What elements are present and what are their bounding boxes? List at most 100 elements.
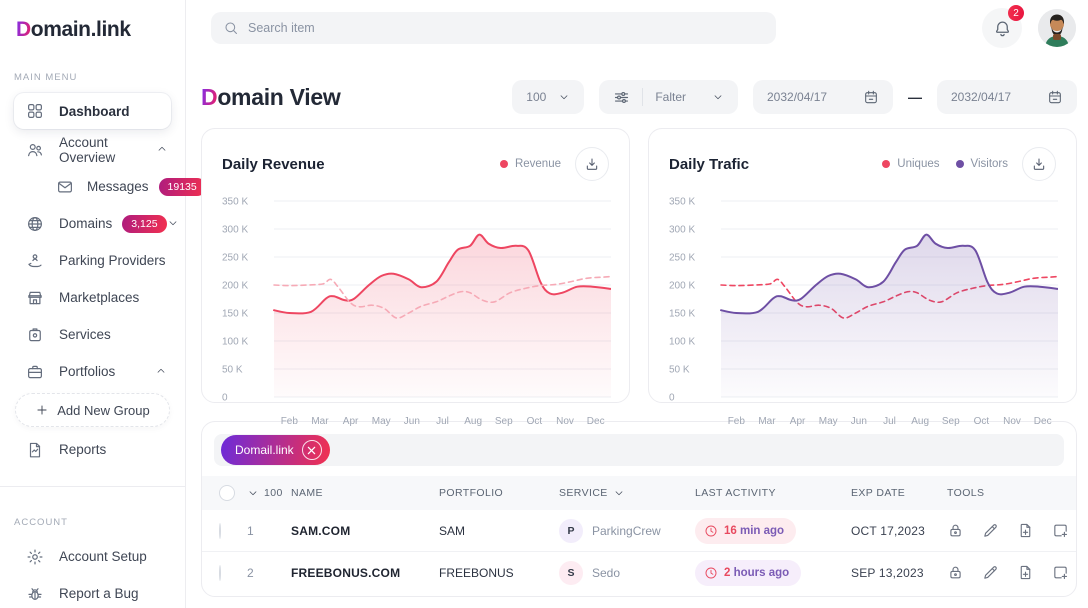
legend-item[interactable]: Uniques — [882, 158, 939, 170]
sidebar-account-nav: Account Setup Report a Bug — [0, 538, 185, 608]
clock-icon — [704, 524, 718, 538]
page-head: Domain View 100 Falter 2032/04/17 — [201, 80, 1077, 114]
page-size-select[interactable]: 100 — [512, 80, 584, 114]
count-badge: 3,125 — [122, 215, 166, 233]
add-new-group-button[interactable]: Add New Group — [15, 393, 170, 427]
download-chart-button[interactable] — [1022, 147, 1056, 181]
sidebar-item-account-setup[interactable]: Account Setup — [0, 538, 185, 575]
exp-date: OCT 17,2023 — [851, 524, 947, 538]
y-tick-label: 50 K — [669, 365, 690, 376]
column-exp-date[interactable]: EXP DATE — [851, 487, 947, 499]
account-label: ACCOUNT — [0, 517, 185, 528]
download-icon — [1031, 156, 1047, 172]
sidebar-item-marketplaces[interactable]: Marketplaces — [0, 279, 185, 316]
chart-legend: Uniques Visitors — [882, 158, 1008, 170]
chip-close-button[interactable] — [302, 440, 322, 460]
domain-name[interactable]: FREEBONUS.COM — [291, 566, 439, 580]
filter-chip-bar: Domail.link — [214, 434, 1064, 466]
sidebar-item-label: Report a Bug — [59, 586, 139, 601]
app-root: Domain.link MAIN MENU Dashboard Account … — [0, 0, 1088, 608]
x-tick-label: Oct — [527, 416, 543, 427]
sidebar-item-label: Services — [59, 327, 111, 342]
filter-select[interactable]: Falter — [599, 80, 738, 114]
y-tick-label: 0 — [669, 393, 675, 404]
store-icon — [26, 288, 46, 308]
search-icon — [223, 20, 239, 36]
head-controls: 100 Falter 2032/04/17 — — [512, 80, 1077, 114]
filter-chip-label: Domail.link — [235, 443, 294, 457]
y-tick-label: 200 K — [222, 281, 248, 292]
note-add-icon[interactable] — [1052, 564, 1070, 582]
sidebar-divider — [0, 486, 185, 487]
column-count[interactable]: 100 — [247, 487, 291, 499]
legend-item[interactable]: Revenue — [500, 158, 561, 170]
column-service[interactable]: SERVICE — [559, 487, 695, 499]
x-tick-label: Jul — [883, 416, 896, 427]
x-tick-label: Apr — [343, 416, 359, 427]
sidebar-item-messages[interactable]: Messages 19135 — [0, 168, 185, 205]
service-initial-badge: S — [559, 561, 583, 585]
row-checkbox[interactable] — [219, 565, 221, 581]
exp-date: SEP 13,2023 — [851, 566, 947, 580]
chevron-down-icon — [712, 91, 724, 103]
y-tick-label: 100 K — [222, 337, 248, 348]
service-name: Sedo — [592, 566, 620, 580]
y-tick-label: 250 K — [222, 253, 248, 264]
sidebar-item-services[interactable]: Services — [0, 316, 185, 353]
x-tick-label: Aug — [464, 416, 482, 427]
row-tools — [947, 522, 1076, 540]
date-from-picker[interactable]: 2032/04/17 — [753, 80, 893, 114]
chevron-up-icon[interactable] — [156, 143, 169, 157]
edit-icon[interactable] — [982, 522, 1000, 540]
table-header-row: 100 NAME PORTFOLIO SERVICE LAST ACTIVITY… — [202, 476, 1076, 510]
portfolio-name: FREEBONUS — [439, 566, 559, 580]
globe-icon — [26, 214, 46, 234]
row-checkbox[interactable] — [219, 523, 221, 539]
user-avatar[interactable] — [1038, 9, 1076, 47]
sidebar-item-report-a-bug[interactable]: Report a Bug — [0, 575, 185, 608]
column-portfolio[interactable]: PORTFOLIO — [439, 487, 559, 499]
x-tick-label: Oct — [974, 416, 990, 427]
domain-name[interactable]: SAM.COM — [291, 524, 439, 538]
filter-chip[interactable]: Domail.link — [221, 435, 330, 465]
lock-icon[interactable] — [947, 564, 965, 582]
filter-divider — [642, 88, 643, 106]
download-chart-button[interactable] — [575, 147, 609, 181]
column-last-activity[interactable]: LAST ACTIVITY — [695, 487, 851, 499]
portfolio-name: SAM — [439, 524, 559, 538]
filter-sliders-icon — [613, 89, 630, 106]
sidebar-item-portfolios[interactable]: Portfolios — [0, 353, 185, 390]
legend-item[interactable]: Visitors — [956, 158, 1009, 170]
date-to-picker[interactable]: 2032/04/17 — [937, 80, 1077, 114]
sidebar-item-label: Dashboard — [59, 104, 130, 119]
chevron-down-icon[interactable] — [167, 217, 179, 231]
lock-icon[interactable] — [947, 522, 965, 540]
calendar-icon — [863, 89, 879, 105]
column-name[interactable]: NAME — [291, 487, 439, 499]
file-add-icon[interactable] — [1017, 522, 1035, 540]
file-add-icon[interactable] — [1017, 564, 1035, 582]
y-tick-label: 350 K — [669, 197, 695, 208]
search-input[interactable] — [248, 21, 764, 35]
table-row: 2 FREEBONUS.COM FREEBONUS S Sedo 2 hours… — [202, 552, 1076, 594]
note-add-icon[interactable] — [1052, 522, 1070, 540]
edit-icon[interactable] — [982, 564, 1000, 582]
x-tick-label: Apr — [790, 416, 806, 427]
topbar-right: 2 — [982, 8, 1076, 48]
row-number: 2 — [247, 566, 291, 580]
notifications-button[interactable]: 2 — [982, 8, 1022, 48]
sidebar-item-label: Account Setup — [59, 549, 147, 564]
sidebar-item-parking-providers[interactable]: Parking Providers — [0, 242, 185, 279]
sidebar-item-account-overview[interactable]: Account Overview — [0, 131, 185, 168]
search-box[interactable] — [211, 12, 776, 44]
sidebar-item-reports[interactable]: Reports — [0, 431, 185, 468]
legend-dot-icon — [882, 160, 890, 168]
sidebar-item-dashboard[interactable]: Dashboard — [14, 93, 171, 129]
sidebar-main-nav: Dashboard Account Overview Messages 1913… — [0, 93, 185, 468]
parking-icon — [26, 251, 46, 271]
select-all-checkbox[interactable] — [219, 485, 235, 501]
sidebar-item-domains[interactable]: Domains 3,125 — [0, 205, 185, 242]
chevron-up-icon[interactable] — [155, 365, 169, 379]
last-activity-badge: 2 hours ago — [695, 560, 801, 586]
chart-head: Daily Revenue Revenue — [222, 147, 609, 181]
